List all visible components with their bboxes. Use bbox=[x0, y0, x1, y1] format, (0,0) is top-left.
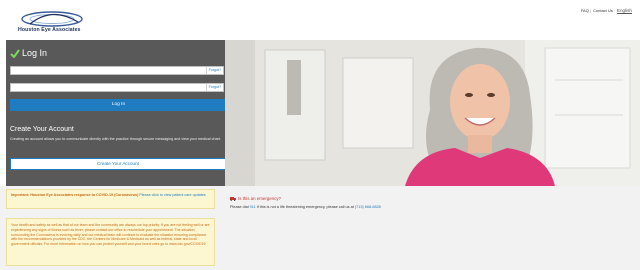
create-account-description: Creating an account allows you to commun… bbox=[10, 137, 221, 141]
logo-text: Houston Eye Associates bbox=[18, 27, 81, 33]
emergency-text-middle: if this is not a life threatening emerge… bbox=[255, 205, 355, 209]
login-heading: Log In bbox=[10, 48, 47, 58]
password-field[interactable]: Forgot? bbox=[10, 83, 224, 99]
hero-image bbox=[225, 40, 640, 186]
covid-updates-link[interactable]: Please click to view patient care update… bbox=[139, 193, 205, 197]
language-select[interactable]: English bbox=[617, 8, 632, 13]
login-title-text: Log In bbox=[22, 48, 48, 58]
faq-link[interactable]: FAQ bbox=[581, 8, 589, 13]
checkmark-icon bbox=[10, 48, 20, 58]
emergency-text-before: Please dial bbox=[230, 205, 250, 209]
emergency-heading: Is this an emergency? bbox=[230, 196, 281, 201]
ambulance-icon bbox=[230, 197, 236, 201]
username-input[interactable] bbox=[11, 75, 201, 82]
emergency-title: Is this an emergency? bbox=[238, 196, 281, 201]
create-account-button[interactable]: Create Your Account bbox=[10, 158, 226, 170]
covid-details-text: Your health and safety as well as that o… bbox=[11, 223, 210, 247]
create-account-title: Create Your Account bbox=[10, 126, 74, 133]
covid-notice: Important: Houston Eye Associates respon… bbox=[6, 189, 215, 209]
logo[interactable]: Houston Eye Associates bbox=[16, 8, 96, 36]
emergency-phone-link[interactable]: (713) 668-6828 bbox=[355, 205, 381, 209]
login-button[interactable]: Log In bbox=[10, 99, 227, 111]
emergency-message: Please dial 911 if this is not a life th… bbox=[230, 205, 381, 209]
contact-link[interactable]: Contact Us bbox=[593, 8, 613, 13]
password-input[interactable] bbox=[11, 92, 201, 99]
forgot-password-link[interactable]: Forgot? bbox=[205, 84, 223, 91]
covid-details-notice: Your health and safety as well as that o… bbox=[6, 218, 215, 266]
site-header: Houston Eye Associates FAQ| Contact Us E… bbox=[0, 0, 640, 40]
username-field[interactable]: Forgot? bbox=[10, 66, 224, 82]
login-panel: Log In Forgot? Forgot? Log In Create You… bbox=[6, 40, 227, 186]
covid-notice-title: Important: Houston Eye Associates respon… bbox=[11, 193, 139, 197]
forgot-username-link[interactable]: Forgot? bbox=[205, 67, 223, 74]
top-links: FAQ| Contact Us English bbox=[580, 8, 632, 13]
